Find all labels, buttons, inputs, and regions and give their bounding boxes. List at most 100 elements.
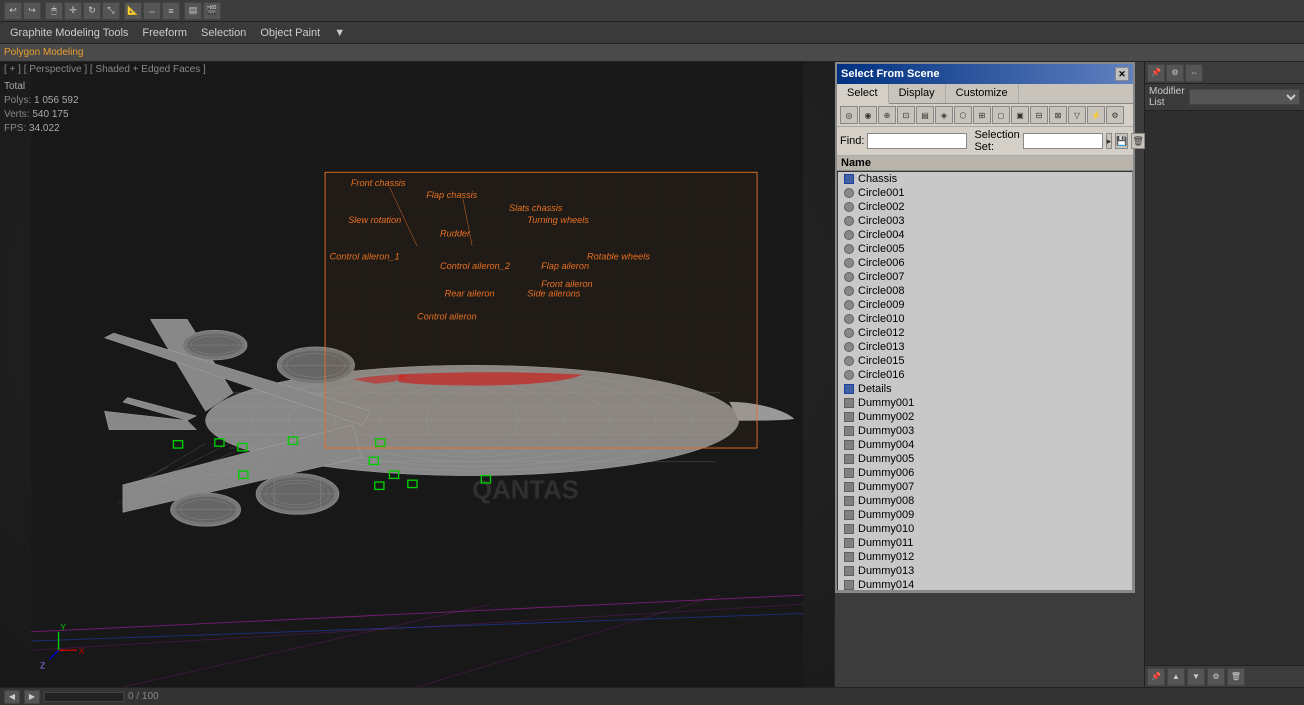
align-btn[interactable]: ≡ (162, 2, 180, 20)
list-item[interactable]: Circle015 (838, 354, 1132, 368)
list-item-label: Dummy007 (858, 481, 914, 493)
rotate-btn[interactable]: ↻ (83, 2, 101, 20)
dialog-list[interactable]: ChassisCircle001Circle002Circle003Circle… (837, 171, 1133, 591)
selset-btn-1[interactable]: ▸ (1106, 133, 1113, 149)
list-item[interactable]: Dummy006 (838, 466, 1132, 480)
prev-frame-btn[interactable]: ◀ (4, 690, 20, 704)
sidebar-pin-btn[interactable]: 📌 (1147, 668, 1165, 686)
selset-btn-3[interactable]: 🗑 (1131, 133, 1144, 149)
mirror-btn[interactable]: ⇔ (143, 2, 161, 20)
sidebar-btn-expand[interactable]: ⇔ (1185, 64, 1203, 82)
list-item[interactable]: Dummy002 (838, 410, 1132, 424)
sidebar-settings-btn[interactable]: ⚙ (1207, 668, 1225, 686)
dialog-close-button[interactable]: ✕ (1115, 67, 1129, 81)
list-item[interactable]: Circle012 (838, 326, 1132, 340)
list-item-label: Dummy004 (858, 439, 914, 451)
list-item[interactable]: Circle003 (838, 214, 1132, 228)
list-item[interactable]: Dummy004 (838, 438, 1132, 452)
scale-btn[interactable]: ⤡ (102, 2, 120, 20)
modifier-dropdown[interactable] (1189, 89, 1300, 105)
list-item[interactable]: Dummy003 (838, 424, 1132, 438)
tab-display[interactable]: Display (889, 84, 946, 103)
sidebar-down-btn[interactable]: ▼ (1187, 668, 1205, 686)
dlg-btn-14[interactable]: ⚡ (1087, 106, 1105, 124)
select-btn[interactable]: 🖱 (45, 2, 63, 20)
sidebar-btn-pin[interactable]: 📌 (1147, 64, 1165, 82)
toolbar-group-2: 🖱 ✛ ↻ ⤡ (45, 2, 120, 20)
list-item-label: Dummy013 (858, 565, 914, 577)
list-item[interactable]: Dummy014 (838, 578, 1132, 591)
find-input[interactable] (867, 133, 967, 149)
list-item[interactable]: Circle008 (838, 284, 1132, 298)
list-item[interactable]: Circle009 (838, 298, 1132, 312)
list-item[interactable]: Circle006 (838, 256, 1132, 270)
list-item[interactable]: Circle005 (838, 242, 1132, 256)
move-btn[interactable]: ✛ (64, 2, 82, 20)
dlg-btn-12[interactable]: ⊠ (1049, 106, 1067, 124)
tab-customize[interactable]: Customize (946, 84, 1019, 103)
dlg-btn-3[interactable]: ⊕ (878, 106, 896, 124)
snap-btn[interactable]: 📐 (124, 2, 142, 20)
dlg-btn-5[interactable]: ▤ (916, 106, 934, 124)
list-item-icon (842, 200, 856, 214)
dlg-btn-7[interactable]: ⬡ (954, 106, 972, 124)
list-item[interactable]: Circle013 (838, 340, 1132, 354)
list-item-icon (842, 354, 856, 368)
dlg-btn-9[interactable]: ◻ (992, 106, 1010, 124)
viewport-3d[interactable]: [ + ] [ Perspective ] [ Shaded + Edged F… (0, 62, 834, 687)
list-item[interactable]: Dummy013 (838, 564, 1132, 578)
selset-input[interactable] (1023, 133, 1103, 149)
list-item[interactable]: Circle004 (838, 228, 1132, 242)
sidebar-up-btn[interactable]: ▲ (1167, 668, 1185, 686)
svg-text:Rudder: Rudder (440, 229, 471, 239)
polys-stat: Polys: 1 056 592 (4, 94, 79, 108)
list-item[interactable]: Dummy009 (838, 508, 1132, 522)
next-frame-btn[interactable]: ▶ (24, 690, 40, 704)
redo-btn[interactable]: ↪ (23, 2, 41, 20)
selset-btn-2[interactable]: 💾 (1115, 133, 1128, 149)
dlg-btn-10[interactable]: ▣ (1011, 106, 1029, 124)
menu-selection[interactable]: Selection (195, 25, 252, 41)
list-item[interactable]: Circle001 (838, 186, 1132, 200)
sidebar-delete-btn[interactable]: 🗑 (1227, 668, 1245, 686)
list-item-icon (842, 256, 856, 270)
tab-select[interactable]: Select (837, 84, 889, 104)
list-item[interactable]: Circle016 (838, 368, 1132, 382)
dlg-btn-11[interactable]: ⊟ (1030, 106, 1048, 124)
dlg-filter[interactable]: ▽ (1068, 106, 1086, 124)
list-item-icon (842, 242, 856, 256)
sidebar-btn-gear[interactable]: ⚙ (1166, 64, 1184, 82)
menu-freeform[interactable]: Freeform (136, 25, 193, 41)
list-item[interactable]: Dummy007 (838, 480, 1132, 494)
timeline-bar[interactable] (44, 692, 124, 702)
list-item-icon (842, 228, 856, 242)
list-item[interactable]: Dummy008 (838, 494, 1132, 508)
dlg-btn-4[interactable]: ⊡ (897, 106, 915, 124)
list-item[interactable]: Dummy011 (838, 536, 1132, 550)
dlg-btn-15[interactable]: ⚙ (1106, 106, 1124, 124)
dialog-titlebar[interactable]: Select From Scene ✕ (837, 64, 1133, 84)
list-item-label: Dummy002 (858, 411, 914, 423)
list-item[interactable]: Dummy005 (838, 452, 1132, 466)
render-btn[interactable]: 🎬 (203, 2, 221, 20)
list-item[interactable]: Chassis (838, 172, 1132, 186)
polys-label: Polys: (4, 95, 31, 106)
dlg-btn-1[interactable]: ◎ (840, 106, 858, 124)
dialog-title: Select From Scene (841, 68, 939, 80)
dlg-btn-2[interactable]: ◉ (859, 106, 877, 124)
dlg-btn-6[interactable]: ◈ (935, 106, 953, 124)
menu-graphite[interactable]: Graphite Modeling Tools (4, 25, 134, 41)
list-item[interactable]: Circle010 (838, 312, 1132, 326)
dlg-btn-8[interactable]: ⊞ (973, 106, 991, 124)
list-item[interactable]: Dummy012 (838, 550, 1132, 564)
undo-btn[interactable]: ↩ (4, 2, 22, 20)
list-item[interactable]: Circle002 (838, 200, 1132, 214)
menu-object-paint[interactable]: Object Paint (254, 25, 326, 41)
list-item[interactable]: Dummy010 (838, 522, 1132, 536)
list-item[interactable]: Circle007 (838, 270, 1132, 284)
list-item[interactable]: Details (838, 382, 1132, 396)
list-item-label: Circle001 (858, 187, 904, 199)
layer-btn[interactable]: ▤ (184, 2, 202, 20)
list-item[interactable]: Dummy001 (838, 396, 1132, 410)
menu-mode-indicator[interactable]: ▼ (328, 25, 351, 41)
